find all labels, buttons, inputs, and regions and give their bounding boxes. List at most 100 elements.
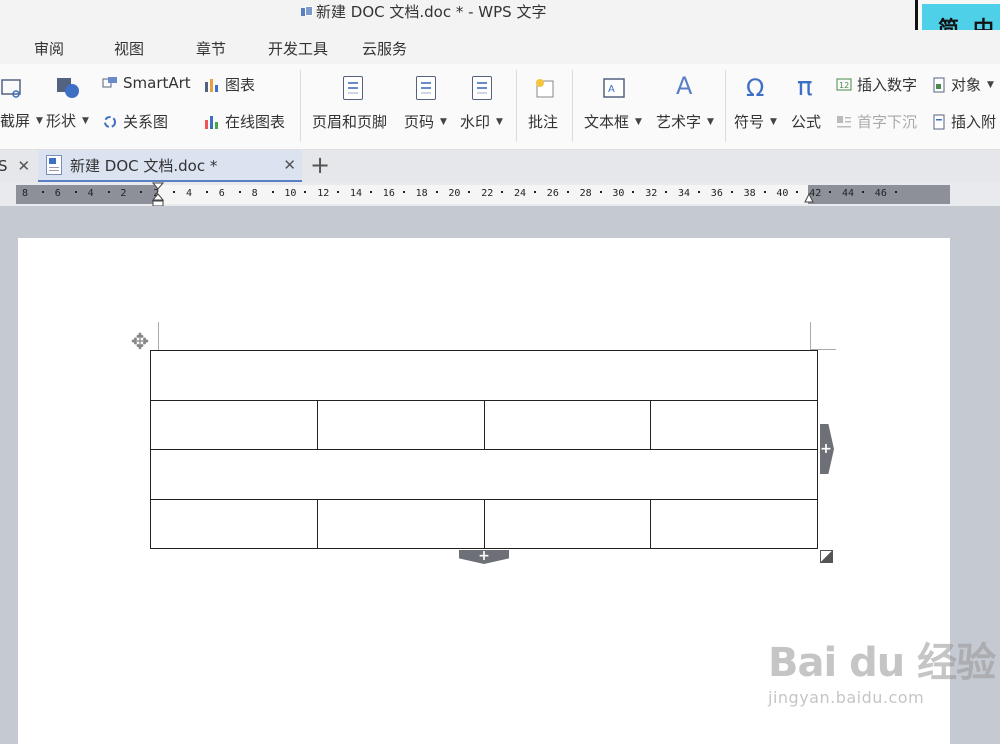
ruler-minor-tick <box>107 191 110 193</box>
page-number-label: 页码 <box>404 113 435 131</box>
ribbon-separator <box>725 70 726 142</box>
close-icon[interactable]: ✕ <box>18 157 31 175</box>
drop-cap-button[interactable]: 首字下沉 <box>836 111 917 132</box>
ruler-tick-label: 14 <box>350 188 363 199</box>
comment-button[interactable]: 批注 <box>528 111 558 132</box>
ribbon-toolbar: 截屏 ▼ 形状 ▼ SmartArt 图表 关系图 在线图表 页眉和页脚 页码 ▼ 水… <box>0 64 1000 150</box>
textbox-icon: A <box>603 78 625 98</box>
object-button[interactable]: 对象 ▼ <box>932 74 994 95</box>
ruler-minor-tick <box>140 191 143 193</box>
watermark-label: 水印 <box>460 113 491 131</box>
table-cell[interactable] <box>316 498 485 549</box>
table-row <box>150 498 818 549</box>
doc-tab-label: 新建 DOC 文档.doc * <box>70 156 218 175</box>
ruler-tick-label: 8 <box>251 188 258 199</box>
ruler-minor-tick <box>271 191 274 193</box>
wordart-button[interactable]: 艺术字 ▼ <box>656 111 714 132</box>
smartart-button[interactable]: SmartArt <box>102 74 191 92</box>
wordart-icon: A <box>676 72 693 100</box>
ruler-tick-label: 12 <box>317 188 330 199</box>
table-resize-handle-icon[interactable] <box>820 550 833 563</box>
header-footer-icon <box>343 76 369 104</box>
ruler-tick-label: 46 <box>874 188 887 199</box>
title-bar: 新建 DOC 文档.doc * - WPS 文字 <box>0 0 1000 30</box>
table-cell[interactable] <box>316 399 485 450</box>
ruler-tick-label: 32 <box>645 188 658 199</box>
ruler-tick-label: 2 <box>120 188 127 199</box>
header-footer-button[interactable]: 页眉和页脚 <box>312 111 387 132</box>
page-number-icon <box>416 76 442 104</box>
omega-icon: Ω <box>746 74 765 102</box>
svg-text:12: 12 <box>839 81 849 90</box>
ruler-minor-tick <box>862 191 864 193</box>
bar-chart-icon <box>205 78 218 92</box>
dropdown-caret-icon: ▼ <box>987 79 994 90</box>
tab-cloud[interactable]: 云服务 <box>362 38 407 59</box>
tab-review[interactable]: 审阅 <box>34 38 64 59</box>
page-number-button[interactable]: 页码 ▼ <box>404 111 447 132</box>
dropdown-caret-icon: ▼ <box>496 116 503 127</box>
watermark-url: jingyan.baidu.com <box>768 688 925 707</box>
horizontal-ruler[interactable]: 8 6 4 2 2 4 6 8 10 12 14 16 18 20 22 24 26 28 30 32 34 36 38 40… <box>16 182 950 207</box>
ruler-tick-label: 36 <box>710 188 723 199</box>
right-indent-marker-icon[interactable] <box>804 189 814 203</box>
ruler-minor-tick <box>632 191 635 193</box>
insert-number-button[interactable]: 12 插入数字 <box>836 74 917 95</box>
textbox-button[interactable]: 文本框 ▼ <box>584 111 642 132</box>
new-tab-plus-icon[interactable]: + <box>310 152 330 178</box>
table-cell[interactable] <box>150 449 818 500</box>
ruler-tick-label: 38 <box>743 188 756 199</box>
ruler-tick-label: 20 <box>448 188 461 199</box>
close-icon[interactable]: ✕ <box>283 156 296 174</box>
baidu-watermark: Bai du 经验 jingyan.baidu.com <box>768 630 996 707</box>
wordart-label: 艺术字 <box>656 113 702 131</box>
attachment-icon <box>933 114 945 129</box>
ruler-minor-tick <box>173 191 176 193</box>
table-cell[interactable] <box>650 498 818 549</box>
table-cell[interactable] <box>150 399 318 450</box>
table-cell[interactable] <box>483 399 652 450</box>
ruler-minor-tick <box>402 191 405 193</box>
online-chart-button[interactable]: 在线图表 <box>204 111 285 132</box>
comment-icon <box>536 79 554 98</box>
chart-button[interactable]: 图表 <box>204 74 255 95</box>
symbol-label: 符号 <box>734 113 765 131</box>
table-cell[interactable] <box>150 498 318 549</box>
relation-icon <box>104 115 116 128</box>
ribbon-separator <box>300 70 301 142</box>
formula-button[interactable]: 公式 <box>791 111 821 132</box>
shape-button[interactable]: 形状 ▼ <box>46 110 89 131</box>
relation-chart-button[interactable]: 关系图 <box>102 111 168 132</box>
table-move-handle-icon[interactable]: ✥ <box>128 332 152 356</box>
document-icon <box>300 5 313 18</box>
symbol-button[interactable]: 符号 ▼ <box>734 111 777 132</box>
ribbon-separator <box>572 70 573 142</box>
window-title-text: 新建 DOC 文档.doc * - WPS 文字 <box>316 3 547 21</box>
ruler-tick-label: 10 <box>284 188 297 199</box>
screenshot-button[interactable]: 截屏 ▼ <box>0 110 43 131</box>
indent-marker-icon[interactable] <box>152 182 164 208</box>
ruler-minor-tick <box>468 191 471 193</box>
comment-label: 批注 <box>528 113 559 131</box>
ruler-tick-label: 4 <box>186 188 193 199</box>
table-row <box>150 399 818 450</box>
dropdown-caret-icon: ▼ <box>635 116 642 127</box>
watermark-button[interactable]: 水印 ▼ <box>460 111 503 132</box>
document-table[interactable] <box>150 350 818 549</box>
insert-attachment-button[interactable]: 插入附 <box>932 111 996 132</box>
relation-label: 关系图 <box>123 113 169 131</box>
screenshot-icon <box>1 79 21 98</box>
ruler-tick-label: 24 <box>514 188 527 199</box>
table-cell[interactable] <box>150 350 818 401</box>
drop-cap-icon <box>837 115 851 127</box>
doc-tab-previous[interactable]: S ✕ <box>0 150 36 182</box>
formula-label: 公式 <box>791 113 822 131</box>
doc-tab-current[interactable]: 新建 DOC 文档.doc * ✕ <box>38 150 302 182</box>
tab-developer[interactable]: 开发工具 <box>268 38 328 59</box>
ruler-tick-label: 18 <box>415 188 428 199</box>
table-cell[interactable] <box>483 498 652 549</box>
tab-view[interactable]: 视图 <box>114 38 144 59</box>
ruler-minor-tick <box>894 191 897 193</box>
table-cell[interactable] <box>650 399 818 450</box>
tab-section[interactable]: 章节 <box>196 38 226 59</box>
